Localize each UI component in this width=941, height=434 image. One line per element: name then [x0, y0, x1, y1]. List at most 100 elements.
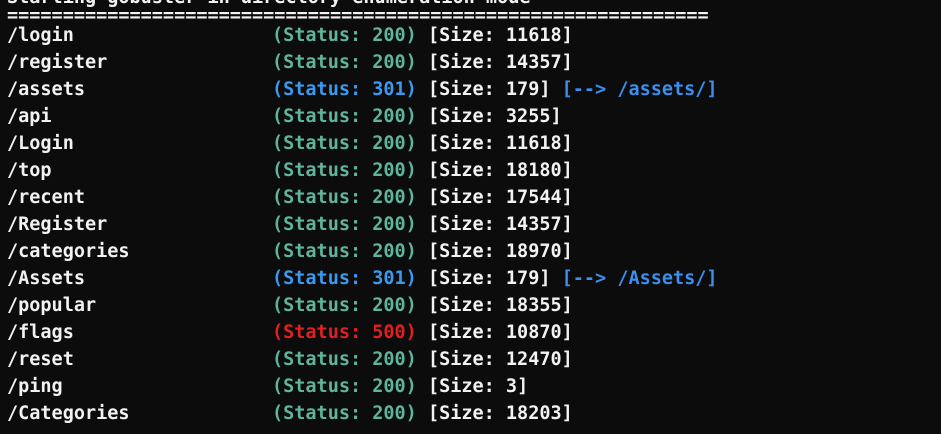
size-prefix: [Size:: [416, 403, 506, 424]
size-value: 14357: [505, 52, 562, 73]
status-value: 200: [372, 349, 406, 370]
terminal-window[interactable]: Starting gobuster in directory enumerati…: [0, 0, 941, 434]
size-value: 12470: [505, 349, 562, 370]
size-info: [Size: 18180]: [417, 160, 573, 181]
status-code: (Status: 301): [272, 79, 417, 100]
result-path: /Login: [7, 133, 74, 154]
status-suffix: ): [405, 187, 417, 208]
status-suffix: ): [405, 268, 417, 289]
status-prefix: (Status:: [272, 187, 373, 208]
size-value: 10870: [505, 322, 562, 343]
status-suffix: ): [405, 106, 417, 127]
size-info: [Size: 179]: [417, 268, 551, 289]
status-prefix: (Status:: [272, 52, 373, 73]
status-suffix: ): [405, 160, 417, 181]
size-prefix: [Size:: [416, 268, 506, 289]
status-code: (Status: 200): [272, 295, 417, 316]
size-suffix: ]: [539, 268, 551, 289]
result-path: /assets: [7, 79, 85, 100]
size-value: 18355: [505, 295, 562, 316]
result-row: /popular (Status: 200) [Size: 18355]: [7, 292, 718, 319]
size-prefix: [Size:: [416, 106, 506, 127]
result-path: /recent: [7, 187, 85, 208]
result-path: /popular: [7, 295, 97, 316]
result-path: /Categories: [7, 403, 130, 424]
status-value: 200: [372, 241, 406, 262]
size-value: 3255: [505, 106, 551, 127]
result-path: /top: [7, 160, 52, 181]
status-prefix: (Status:: [272, 349, 373, 370]
size-suffix: ]: [561, 241, 573, 262]
result-path: /login: [7, 25, 74, 46]
status-suffix: ): [405, 376, 417, 397]
size-info: [Size: 18203]: [417, 403, 573, 424]
result-row: /flags (Status: 500) [Size: 10870]: [7, 319, 718, 346]
result-row: /assets (Status: 301) [Size: 179] [--> /a…: [7, 76, 718, 103]
status-suffix: ): [405, 403, 417, 424]
status-code: (Status: 500): [272, 322, 417, 343]
status-suffix: ): [405, 214, 417, 235]
size-value: 11618: [505, 25, 562, 46]
size-suffix: ]: [517, 376, 529, 397]
result-row: /reset (Status: 200) [Size: 12470]: [7, 346, 718, 373]
size-info: [Size: 3]: [417, 376, 528, 397]
result-path: /flags: [7, 322, 74, 343]
status-prefix: (Status:: [272, 106, 373, 127]
result-path: /Register: [7, 214, 108, 235]
size-value: 179: [505, 268, 540, 289]
status-code: (Status: 200): [272, 187, 417, 208]
status-suffix: ): [405, 349, 417, 370]
size-suffix: ]: [561, 52, 573, 73]
status-value: 500: [372, 322, 406, 343]
size-prefix: [Size:: [416, 79, 506, 100]
size-suffix: ]: [561, 403, 573, 424]
size-suffix: ]: [561, 187, 573, 208]
result-row: /ping (Status: 200) [Size: 3]: [7, 373, 718, 400]
status-suffix: ): [405, 295, 417, 316]
status-code: (Status: 200): [272, 160, 417, 181]
status-suffix: ): [405, 52, 417, 73]
size-prefix: [Size:: [416, 322, 506, 343]
redirect-target: [--> /assets/]: [561, 79, 718, 100]
size-info: [Size: 18970]: [417, 241, 573, 262]
status-code: (Status: 200): [272, 25, 417, 46]
terminal-output: Starting gobuster in directory enumerati…: [7, 0, 718, 427]
size-info: [Size: 17544]: [417, 187, 573, 208]
status-prefix: (Status:: [272, 214, 373, 235]
status-value: 200: [372, 52, 406, 73]
status-value: 200: [372, 295, 406, 316]
size-info: [Size: 11618]: [417, 25, 573, 46]
status-code: (Status: 200): [272, 133, 417, 154]
result-row: /top (Status: 200) [Size: 18180]: [7, 157, 718, 184]
size-info: [Size: 10870]: [417, 322, 573, 343]
size-info: [Size: 18355]: [417, 295, 573, 316]
status-value: 200: [372, 106, 406, 127]
size-value: 3: [505, 376, 518, 397]
result-row: /Assets (Status: 301) [Size: 179] [--> /A…: [7, 265, 718, 292]
size-suffix: ]: [550, 106, 562, 127]
status-prefix: (Status:: [272, 25, 373, 46]
result-path: /ping: [7, 376, 63, 397]
size-prefix: [Size:: [416, 295, 506, 316]
result-row: /recent (Status: 200) [Size: 17544]: [7, 184, 718, 211]
result-path: /Assets: [7, 268, 85, 289]
status-code: (Status: 200): [272, 403, 417, 424]
result-path: /reset: [7, 349, 74, 370]
status-prefix: (Status:: [272, 133, 373, 154]
status-prefix: (Status:: [272, 295, 373, 316]
size-suffix: ]: [561, 295, 573, 316]
status-prefix: (Status:: [272, 322, 373, 343]
size-value: 18970: [505, 241, 562, 262]
size-suffix: ]: [539, 79, 551, 100]
result-row: /Login (Status: 200) [Size: 11618]: [7, 130, 718, 157]
status-code: (Status: 200): [272, 106, 417, 127]
status-value: 200: [372, 376, 406, 397]
size-prefix: [Size:: [416, 214, 506, 235]
size-info: [Size: 11618]: [417, 133, 573, 154]
size-value: 179: [505, 79, 540, 100]
size-prefix: [Size:: [416, 187, 506, 208]
status-code: (Status: 200): [272, 376, 417, 397]
size-info: [Size: 3255]: [417, 106, 562, 127]
size-suffix: ]: [561, 133, 573, 154]
result-path: /api: [7, 106, 52, 127]
